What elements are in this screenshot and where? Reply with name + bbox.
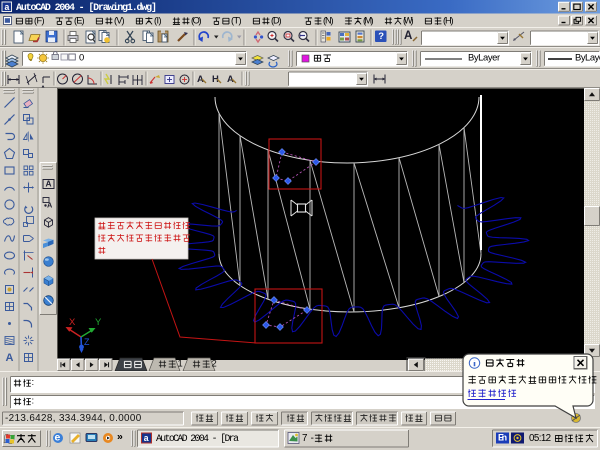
svg-text:A: A <box>6 352 14 364</box>
svg-text:(W): (W) <box>403 16 414 26</box>
svg-text:(I): (I) <box>154 16 162 26</box>
svg-text:AutoCAD 2004 - [Drawing1.dwg]: AutoCAD 2004 - [Drawing1.dwg] <box>16 2 157 13</box>
svg-text:ByLaye: ByLaye <box>575 53 600 64</box>
svg-text:e: e <box>55 432 61 444</box>
svg-text:7 -: 7 - <box>302 433 314 444</box>
svg-text:a: a <box>4 3 10 13</box>
svg-text:?: ? <box>378 31 384 42</box>
svg-text:(V): (V) <box>114 16 125 26</box>
svg-text:(O): (O) <box>191 16 202 26</box>
svg-text:»: » <box>117 431 123 443</box>
svg-text:(F): (F) <box>34 16 45 26</box>
svg-text:(N): (N) <box>323 16 334 26</box>
svg-text:En: En <box>498 432 507 442</box>
svg-text:A: A <box>46 178 52 188</box>
svg-text:(D): (D) <box>271 16 282 26</box>
svg-text:0: 0 <box>79 53 84 64</box>
svg-text:ByLayer: ByLayer <box>468 53 500 64</box>
svg-text:X: X <box>69 317 76 328</box>
svg-text:(H): (H) <box>443 16 454 26</box>
svg-text::: : <box>32 396 35 407</box>
svg-text:a: a <box>144 434 150 444</box>
svg-text:1: 1 <box>177 359 182 370</box>
svg-text:A: A <box>404 30 413 42</box>
svg-text:(E): (E) <box>74 16 85 26</box>
svg-text:-213.6428, 334.3944, 0.0000: -213.6428, 334.3944, 0.0000 <box>5 413 142 424</box>
svg-text:05:12: 05:12 <box>529 433 551 444</box>
svg-text:2: 2 <box>211 359 216 370</box>
svg-text:Y: Y <box>95 317 102 328</box>
svg-text::: : <box>32 377 35 388</box>
svg-text:(T): (T) <box>231 16 242 26</box>
svg-text:AutoCAD 2004 - [Dra: AutoCAD 2004 - [Dra <box>156 433 239 444</box>
svg-text:(M): (M) <box>363 16 374 26</box>
svg-text:Z: Z <box>84 337 90 347</box>
svg-text:A: A <box>47 201 53 210</box>
